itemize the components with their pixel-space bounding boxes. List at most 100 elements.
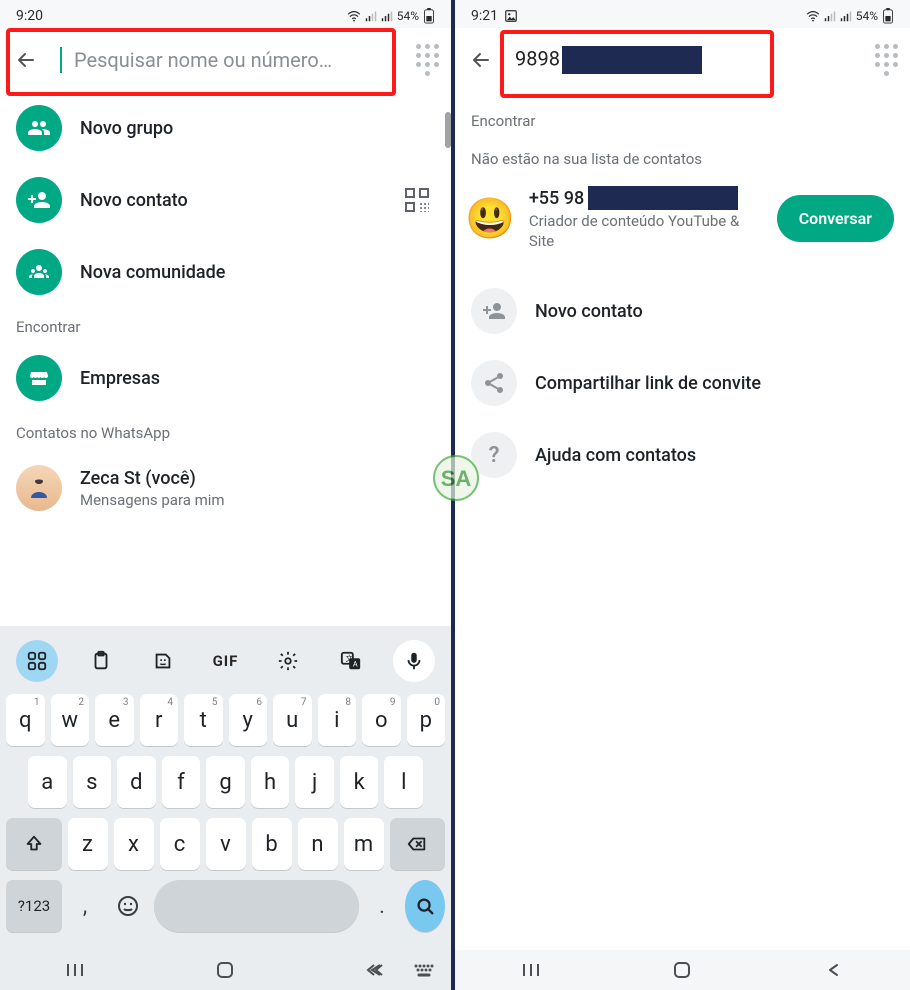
keyboard-hide-icon[interactable] xyxy=(413,964,435,982)
key-emoji[interactable] xyxy=(108,880,148,932)
battery-text: 54% xyxy=(856,9,878,23)
row-title: Novo grupo xyxy=(80,118,435,139)
nav-home[interactable] xyxy=(667,955,697,985)
contact-subtitle: Mensagens para mim xyxy=(80,491,435,509)
screen-right: 9:21 54% 9898 Encontrar Não estão na sua… xyxy=(455,0,910,990)
settings-button[interactable] xyxy=(268,641,308,681)
translate-icon: 文A xyxy=(340,650,362,672)
keyboard-row-2: a s d f g h j k l xyxy=(6,756,445,808)
status-bar: 9:20 54% xyxy=(0,0,451,28)
dialpad-icon[interactable] xyxy=(413,46,441,74)
key-c[interactable]: c xyxy=(160,818,200,870)
help-contacts-row[interactable]: ? Ajuda com contatos xyxy=(455,419,910,491)
key-r[interactable]: 4r xyxy=(140,694,179,746)
battery-icon xyxy=(882,8,894,24)
row-title: Nova comunidade xyxy=(80,262,435,283)
key-shift[interactable] xyxy=(6,818,62,870)
grid-icon xyxy=(26,650,48,672)
screen-left: 9:20 54% Pesquisar nome ou número… Novo xyxy=(0,0,455,990)
key-t[interactable]: 5t xyxy=(184,694,223,746)
new-group-row[interactable]: Novo grupo xyxy=(0,92,451,164)
backspace-icon xyxy=(406,833,428,855)
search-placeholder: Pesquisar nome ou número… xyxy=(74,48,397,72)
key-x[interactable]: x xyxy=(114,818,154,870)
nav-recents[interactable] xyxy=(516,955,546,985)
emoji-avatar: 😃 xyxy=(465,199,515,239)
keyboard: GIF 文A 1q 2w 3e 4r 5t 6y 7u 8i 9o 0p a xyxy=(0,626,451,950)
key-backspace[interactable] xyxy=(390,818,446,870)
qr-scan-button[interactable] xyxy=(399,188,435,212)
status-bar: 9:21 54% xyxy=(455,0,910,28)
key-s[interactable]: s xyxy=(73,756,112,808)
key-space[interactable] xyxy=(154,880,359,932)
redacted-block xyxy=(562,46,702,74)
search-result-row[interactable]: 😃 +55 98 Criador de conteúdo YouTube & S… xyxy=(455,178,910,259)
key-f[interactable]: f xyxy=(162,756,201,808)
nav-bar xyxy=(455,950,910,990)
signal-icon xyxy=(824,10,836,22)
key-v[interactable]: v xyxy=(206,818,246,870)
new-contact-row[interactable]: Novo contato xyxy=(455,275,910,347)
key-j[interactable]: j xyxy=(295,756,334,808)
scroll-indicator[interactable] xyxy=(445,112,451,148)
dialpad-icon[interactable] xyxy=(872,46,900,74)
key-search[interactable] xyxy=(405,880,445,932)
nav-back[interactable] xyxy=(361,955,391,985)
key-y[interactable]: 6y xyxy=(229,694,268,746)
key-o[interactable]: 9o xyxy=(362,694,401,746)
back-button[interactable] xyxy=(463,42,499,78)
new-contact-row[interactable]: Novo contato xyxy=(0,164,451,236)
key-b[interactable]: b xyxy=(252,818,292,870)
key-l[interactable]: l xyxy=(384,756,423,808)
key-u[interactable]: 7u xyxy=(273,694,312,746)
businesses-row[interactable]: Empresas xyxy=(0,342,451,414)
row-title: Empresas xyxy=(80,368,435,389)
search-input[interactable]: 9898 xyxy=(505,38,866,82)
section-contacts: Contatos no WhatsApp xyxy=(0,414,451,448)
key-n[interactable]: n xyxy=(298,818,338,870)
nav-home[interactable] xyxy=(210,955,240,985)
key-d[interactable]: d xyxy=(117,756,156,808)
status-time: 9:20 xyxy=(16,8,43,24)
voice-input-button[interactable] xyxy=(393,640,435,682)
key-w[interactable]: 2w xyxy=(51,694,90,746)
signal-icon-2 xyxy=(381,10,393,22)
key-g[interactable]: g xyxy=(206,756,245,808)
new-community-row[interactable]: Nova comunidade xyxy=(0,236,451,308)
row-title: Compartilhar link de convite xyxy=(535,373,894,394)
battery-icon xyxy=(423,8,435,24)
key-q[interactable]: 1q xyxy=(6,694,45,746)
key-k[interactable]: k xyxy=(340,756,379,808)
key-m[interactable]: m xyxy=(344,818,384,870)
wifi-icon xyxy=(347,10,361,22)
back-button[interactable] xyxy=(8,42,44,78)
key-e[interactable]: 3e xyxy=(95,694,134,746)
sticker-button[interactable] xyxy=(143,641,183,681)
key-h[interactable]: h xyxy=(251,756,290,808)
signal-icon xyxy=(365,10,377,22)
add-person-icon xyxy=(471,288,517,334)
self-contact-row[interactable]: Zeca St (você) Mensagens para mim xyxy=(0,448,451,520)
key-symbols[interactable]: ?123 xyxy=(6,880,62,932)
share-invite-row[interactable]: Compartilhar link de convite xyxy=(455,347,910,419)
key-p[interactable]: 0p xyxy=(407,694,446,746)
translate-button[interactable]: 文A xyxy=(331,641,371,681)
clipboard-button[interactable] xyxy=(81,641,121,681)
key-z[interactable]: z xyxy=(68,818,108,870)
emoji-icon xyxy=(116,894,140,918)
keyboard-apps-button[interactable] xyxy=(16,640,58,682)
qr-icon xyxy=(405,188,429,212)
contact-name: Zeca St (você) xyxy=(80,468,435,489)
nav-back[interactable] xyxy=(819,955,849,985)
key-period[interactable]: . xyxy=(365,880,399,932)
gif-button[interactable]: GIF xyxy=(206,641,246,681)
storefront-icon xyxy=(16,355,62,401)
nav-recents[interactable] xyxy=(60,955,90,985)
key-comma[interactable]: , xyxy=(68,880,102,932)
row-title: Novo contato xyxy=(80,190,381,211)
chat-button[interactable]: Conversar xyxy=(777,195,894,242)
key-i[interactable]: 8i xyxy=(318,694,357,746)
row-title: Ajuda com contatos xyxy=(535,445,894,466)
search-input[interactable]: Pesquisar nome ou número… xyxy=(50,38,407,82)
key-a[interactable]: a xyxy=(28,756,67,808)
